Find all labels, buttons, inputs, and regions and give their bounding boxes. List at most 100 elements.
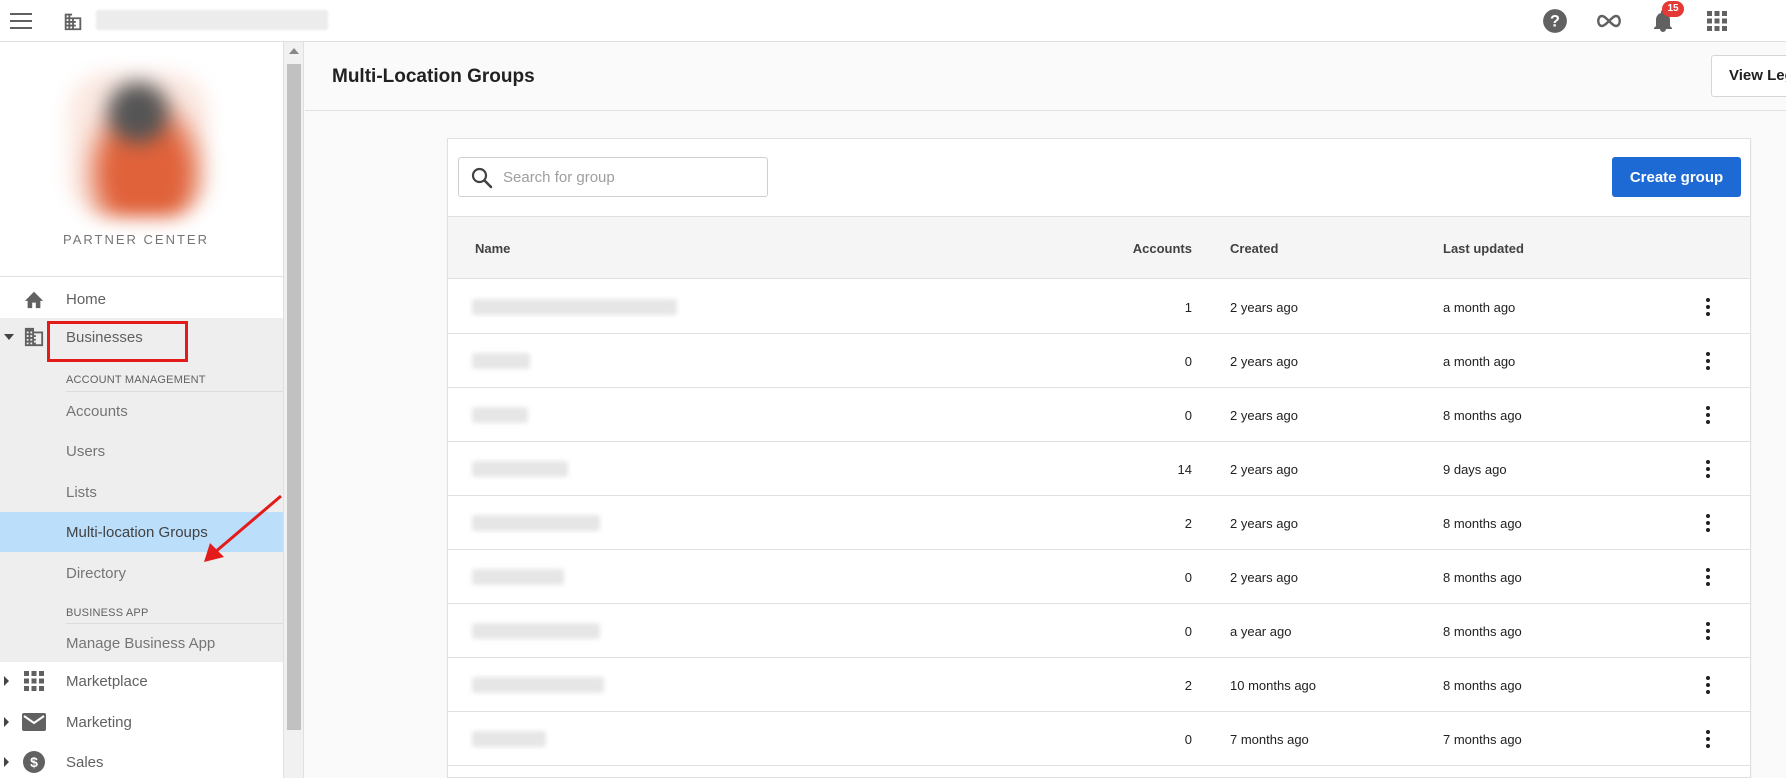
last-updated-date: 8 months ago (1443, 408, 1522, 423)
table-header: Name Accounts Created Last updated (448, 216, 1750, 279)
created-date: 2 years ago (1230, 570, 1298, 585)
apps-grid-icon[interactable] (1702, 6, 1732, 36)
group-name-blurred[interactable] (472, 623, 600, 639)
sidebar-scrollbar[interactable] (284, 42, 304, 778)
top-bar: ? 15 (0, 0, 1786, 42)
more-options-icon[interactable] (1696, 619, 1720, 643)
home-icon (22, 288, 46, 310)
table-row[interactable]: 2 2 years ago 8 months ago (448, 496, 1750, 550)
sidebar-item-sales[interactable]: $ Sales (0, 743, 283, 778)
table-row[interactable]: 2 10 months ago 8 months ago (448, 658, 1750, 712)
more-options-icon[interactable] (1696, 565, 1720, 589)
search-input[interactable] (503, 166, 753, 188)
more-options-icon[interactable] (1696, 295, 1720, 319)
created-date: 10 months ago (1230, 678, 1317, 693)
accounts-count: 14 (1177, 462, 1192, 477)
group-name-blurred[interactable] (472, 677, 604, 693)
brand-label: PARTNER CENTER (63, 232, 209, 247)
annotation-arrow (204, 494, 282, 562)
created-date: 2 years ago (1230, 300, 1298, 315)
group-name-blurred[interactable] (472, 407, 528, 423)
scroll-up-icon[interactable] (289, 48, 299, 54)
group-name-blurred[interactable] (472, 299, 677, 315)
building-icon (22, 326, 46, 348)
page-title: Multi-Location Groups (332, 66, 535, 87)
group-name-blurred[interactable] (472, 731, 546, 747)
created-date: 2 years ago (1230, 354, 1298, 369)
more-options-icon[interactable] (1696, 457, 1720, 481)
group-name-blurred[interactable] (472, 461, 568, 477)
last-updated-date: 7 months ago (1443, 732, 1522, 747)
group-name-blurred[interactable] (472, 515, 600, 531)
notification-badge: 15 (1662, 1, 1684, 17)
last-updated-date: 8 months ago (1443, 570, 1522, 585)
chevron-down-icon (4, 334, 14, 340)
view-legacy-button[interactable]: View Legacy (1711, 55, 1786, 97)
sidebar-item-marketplace[interactable]: Marketplace (0, 662, 283, 700)
infinity-icon[interactable] (1594, 6, 1624, 36)
more-options-icon[interactable] (1696, 403, 1720, 427)
sidebar-item-accounts[interactable]: Accounts (0, 391, 283, 431)
more-options-icon[interactable] (1696, 511, 1720, 535)
created-date: 2 years ago (1230, 408, 1298, 423)
building-icon[interactable] (62, 10, 84, 37)
sidebar-item-home[interactable]: Home (0, 280, 283, 318)
groups-card: Create group Name Accounts Created Last … (447, 138, 1751, 778)
sidebar-item-label: Marketplace (66, 672, 148, 690)
last-updated-date: a month ago (1443, 300, 1516, 315)
mail-icon (22, 711, 46, 733)
column-header-last-updated[interactable]: Last updated (1443, 241, 1524, 256)
page-header: Multi-Location Groups View Legacy (305, 42, 1786, 111)
help-icon[interactable]: ? (1540, 6, 1570, 36)
account-name-blurred (96, 10, 328, 30)
sidebar-item-label: Home (66, 290, 107, 308)
chevron-right-icon (4, 676, 9, 686)
sidebar: PARTNER CENTER Home Businesses ACCOUNT M… (0, 42, 284, 778)
accounts-count: 0 (1184, 624, 1192, 639)
table-row[interactable]: 1 2 years ago a month ago (448, 280, 1750, 334)
apps-grid-icon (22, 670, 46, 692)
create-group-button[interactable]: Create group (1612, 157, 1741, 197)
menu-icon[interactable] (10, 11, 32, 31)
sidebar-item-label: Sales (66, 753, 104, 771)
accounts-count: 0 (1184, 570, 1192, 585)
scrollbar-thumb[interactable] (287, 64, 301, 730)
search-icon (471, 167, 493, 194)
column-header-created[interactable]: Created (1230, 241, 1278, 256)
last-updated-date: 9 days ago (1443, 462, 1507, 477)
sidebar-item-users[interactable]: Users (0, 431, 283, 471)
annotation-highlight-box (47, 321, 188, 362)
divider (0, 276, 283, 277)
table-row[interactable]: 0 a year ago 8 months ago (448, 604, 1750, 658)
more-options-icon[interactable] (1696, 349, 1720, 373)
more-options-icon[interactable] (1696, 727, 1720, 751)
section-header-account-management: ACCOUNT MANAGEMENT (66, 374, 206, 386)
column-header-accounts[interactable]: Accounts (1115, 241, 1192, 256)
svg-text:?: ? (1550, 12, 1560, 30)
accounts-count: 2 (1184, 678, 1192, 693)
created-date: 7 months ago (1230, 732, 1309, 747)
last-updated-date: 8 months ago (1443, 678, 1522, 693)
accounts-count: 0 (1184, 354, 1192, 369)
section-header-business-app: BUSINESS APP (66, 607, 149, 619)
partner-logo (68, 72, 208, 217)
column-header-name[interactable]: Name (475, 241, 510, 256)
search-box[interactable] (458, 157, 768, 197)
group-name-blurred[interactable] (472, 569, 564, 585)
table-row[interactable]: 14 2 years ago 9 days ago (448, 442, 1750, 496)
group-name-blurred[interactable] (472, 353, 530, 369)
table-row[interactable]: 0 2 years ago 8 months ago (448, 388, 1750, 442)
table-row[interactable]: 0 2 years ago a month ago (448, 334, 1750, 388)
more-options-icon[interactable] (1696, 673, 1720, 697)
sidebar-item-marketing[interactable]: Marketing (0, 703, 283, 741)
chevron-right-icon (4, 717, 9, 727)
bell-icon[interactable]: 15 (1648, 1, 1684, 36)
last-updated-date: a month ago (1443, 354, 1516, 369)
accounts-count: 2 (1184, 516, 1192, 531)
sidebar-item-manage-business-app[interactable]: Manage Business App (0, 623, 283, 663)
created-date: 2 years ago (1230, 462, 1298, 477)
svg-text:$: $ (30, 754, 38, 770)
created-date: a year ago (1230, 624, 1292, 639)
table-row[interactable]: 0 7 months ago 7 months ago (448, 712, 1750, 766)
table-row[interactable]: 0 2 years ago 8 months ago (448, 550, 1750, 604)
